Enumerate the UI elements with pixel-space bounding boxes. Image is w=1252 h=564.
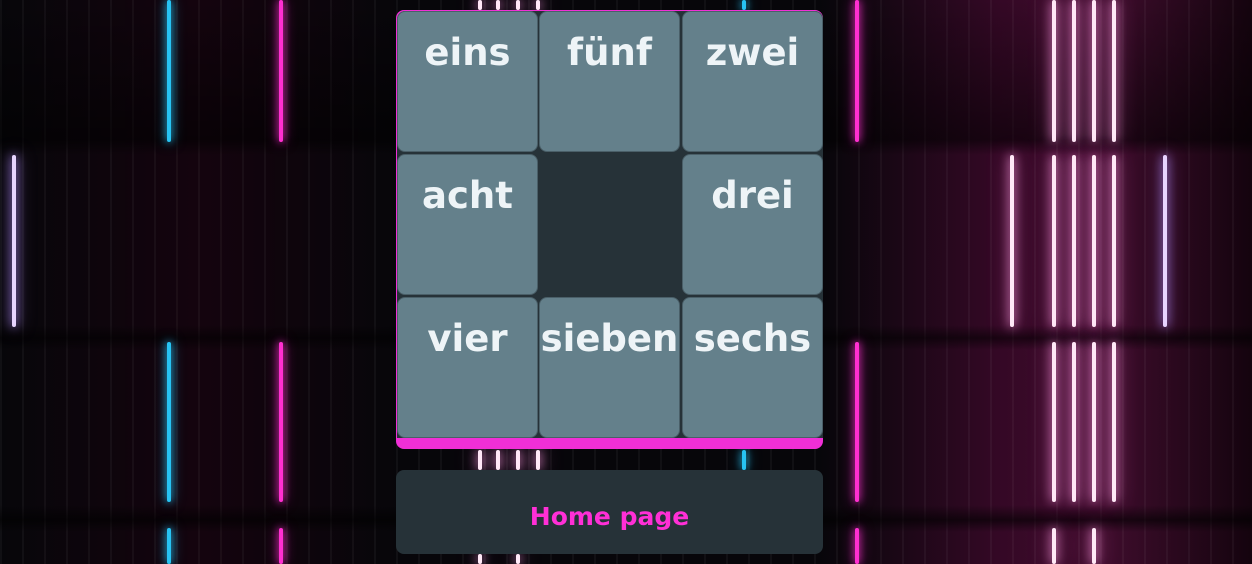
neon-light-decoration <box>478 0 482 10</box>
neon-light-decoration <box>478 554 482 564</box>
home-page-button-label: Home page <box>529 501 690 531</box>
neon-light-decoration <box>1072 342 1076 502</box>
puzzle-tile[interactable]: sechs <box>682 297 823 438</box>
neon-light-decoration <box>12 155 16 327</box>
neon-light-decoration <box>1112 155 1116 327</box>
neon-light-decoration <box>1112 0 1116 142</box>
neon-light-decoration <box>1052 528 1056 564</box>
neon-light-decoration <box>855 342 859 502</box>
puzzle-tile[interactable]: vier <box>397 297 538 438</box>
neon-light-decoration <box>279 342 283 502</box>
neon-light-decoration <box>496 0 500 10</box>
neon-light-decoration <box>1072 0 1076 142</box>
tile-label: sieben <box>540 317 679 360</box>
tile-label: sechs <box>693 317 812 360</box>
neon-light-decoration <box>279 528 283 564</box>
neon-light-decoration <box>167 0 171 142</box>
tile-label: drei <box>711 174 794 217</box>
empty-slot <box>539 154 681 296</box>
neon-light-decoration <box>1052 0 1056 142</box>
puzzle-tile[interactable]: drei <box>682 154 823 295</box>
tile-label: acht <box>422 174 513 217</box>
puzzle-grid: eins fünf zwei acht drei vier sieben sec… <box>397 11 823 438</box>
neon-light-decoration <box>1092 155 1096 327</box>
home-page-button[interactable]: Home page <box>396 470 823 554</box>
neon-light-decoration <box>1092 528 1096 564</box>
tile-label: eins <box>424 31 511 74</box>
neon-light-decoration <box>1092 0 1096 142</box>
neon-light-decoration <box>1052 342 1056 502</box>
puzzle-tile[interactable]: eins <box>397 11 538 152</box>
neon-light-decoration <box>167 342 171 502</box>
puzzle-tile[interactable]: sieben <box>539 297 680 438</box>
neon-light-decoration <box>516 450 520 470</box>
neon-light-decoration <box>1052 155 1056 327</box>
neon-light-decoration <box>167 528 171 564</box>
neon-light-decoration <box>536 450 540 470</box>
neon-light-decoration <box>516 0 520 10</box>
tile-label: zwei <box>705 31 800 74</box>
neon-light-decoration <box>536 0 540 10</box>
neon-light-decoration <box>1010 155 1014 327</box>
puzzle-tile[interactable]: acht <box>397 154 538 295</box>
puzzle-tile[interactable]: fünf <box>539 11 680 152</box>
neon-light-decoration <box>1072 155 1076 327</box>
puzzle-board: eins fünf zwei acht drei vier sieben sec… <box>396 10 823 449</box>
neon-light-decoration <box>742 450 746 470</box>
neon-light-decoration <box>478 450 482 470</box>
puzzle-tile[interactable]: zwei <box>682 11 823 152</box>
neon-light-decoration <box>1092 342 1096 502</box>
neon-light-decoration <box>855 528 859 564</box>
neon-light-decoration <box>742 0 746 10</box>
neon-light-decoration <box>1163 155 1167 327</box>
neon-light-decoration <box>279 0 283 142</box>
neon-light-decoration <box>855 0 859 142</box>
neon-light-decoration <box>516 554 520 564</box>
tile-label: fünf <box>567 31 652 74</box>
neon-light-decoration <box>1112 342 1116 502</box>
tile-label: vier <box>427 317 508 360</box>
neon-light-decoration <box>496 450 500 470</box>
